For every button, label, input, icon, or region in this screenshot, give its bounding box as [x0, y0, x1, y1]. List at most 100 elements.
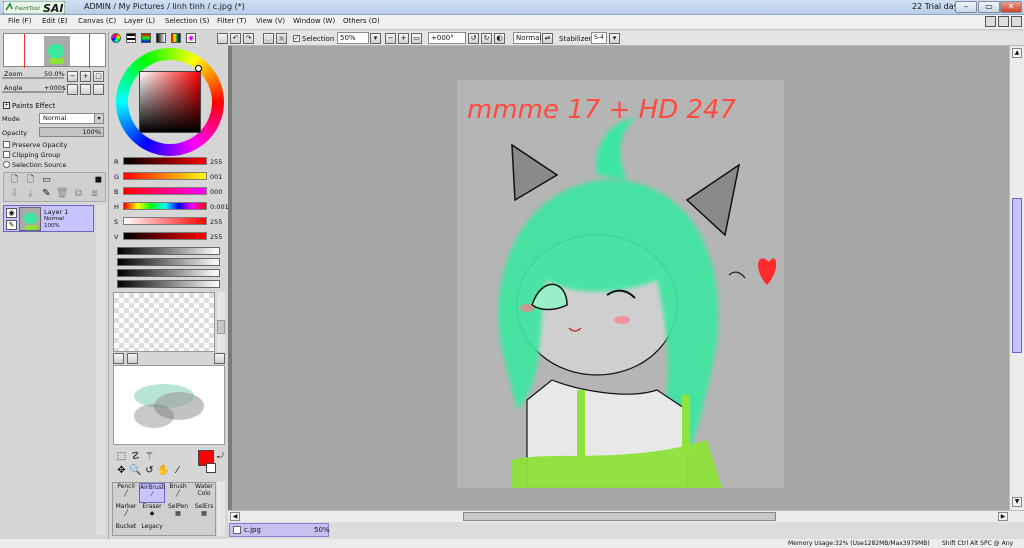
- stabilizer-dropdown[interactable]: ▾: [609, 33, 620, 44]
- stabilizer-field[interactable]: S-4: [591, 32, 607, 44]
- scratchpad-clear-button[interactable]: [113, 353, 124, 364]
- new-folder-icon[interactable]: ▭: [40, 174, 53, 187]
- delete-layer-icon[interactable]: 🗑: [56, 188, 69, 201]
- v-slider[interactable]: [123, 232, 207, 240]
- redo-icon[interactable]: ↷: [243, 33, 254, 44]
- menu-layer[interactable]: Layer (L): [124, 17, 155, 25]
- toolbar-zoom-out[interactable]: −: [385, 33, 396, 44]
- r-value[interactable]: 255: [210, 158, 222, 166]
- zoom-reset-button[interactable]: ▢: [93, 71, 104, 82]
- hand-icon[interactable]: ✋: [157, 465, 170, 478]
- swatch-grid[interactable]: [113, 292, 215, 352]
- move-icon[interactable]: ✥: [115, 465, 128, 478]
- r-slider[interactable]: [123, 157, 207, 165]
- merge-down-icon[interactable]: ⤓: [24, 188, 37, 201]
- magic-wand-icon[interactable]: ⚚: [143, 451, 156, 464]
- opacity-slider[interactable]: 100%: [39, 127, 104, 137]
- lasso-icon[interactable]: ☡: [129, 451, 142, 464]
- b-slider[interactable]: [123, 187, 207, 195]
- menu-view[interactable]: View (V): [256, 17, 285, 25]
- scratchpad-resize-button[interactable]: [214, 353, 225, 364]
- scratchpad-save-button[interactable]: [127, 353, 138, 364]
- clipping-group-checkbox[interactable]: [3, 151, 10, 158]
- pen-icon[interactable]: ✎: [6, 220, 17, 230]
- g-value[interactable]: 001: [210, 173, 222, 181]
- scroll-right-icon[interactable]: ▶: [998, 512, 1008, 521]
- brush-marker[interactable]: Marker ╱: [113, 503, 139, 523]
- saturation-value-square[interactable]: [139, 71, 201, 133]
- gradation-row-1[interactable]: [117, 247, 220, 255]
- hsv-slider-tab-icon[interactable]: [141, 33, 151, 43]
- menu-file[interactable]: File (F): [8, 17, 31, 25]
- toolbar-flip-button[interactable]: ⇌: [542, 33, 553, 44]
- layer-item[interactable]: ◉ ✎ Layer 1 Normal 100%: [3, 205, 94, 232]
- brush-pencil[interactable]: Pencil ╱: [113, 483, 139, 503]
- minimize-button[interactable]: –: [955, 1, 977, 13]
- mdi-minimize-button[interactable]: [985, 16, 996, 27]
- eyedropper-icon[interactable]: ⁄: [171, 465, 184, 478]
- layer-mask-icon[interactable]: ◼: [92, 174, 105, 187]
- vertical-scroll-thumb[interactable]: [1012, 198, 1022, 353]
- brush-legacy[interactable]: Legacy: [139, 523, 165, 535]
- new-layer-icon[interactable]: 🗋: [8, 174, 21, 187]
- gradation-row-3[interactable]: [117, 269, 220, 277]
- toolbar-zoom-dropdown[interactable]: ▾: [370, 33, 381, 44]
- scroll-up-icon[interactable]: ▲: [1012, 48, 1022, 58]
- flatten-icon[interactable]: ⧈: [88, 188, 101, 201]
- clear-layer-icon[interactable]: ✎: [40, 188, 53, 201]
- toolbar-zoom-reset[interactable]: ▭: [411, 33, 422, 44]
- scratchpad-tab-icon[interactable]: ◉: [186, 33, 196, 43]
- toolbar-rotate-reset[interactable]: ◐: [494, 33, 505, 44]
- undo-icon[interactable]: ↶: [230, 33, 241, 44]
- canvas-horizontal-scrollbar[interactable]: ◀ ▶: [228, 510, 1024, 522]
- zoom-out-button[interactable]: −: [67, 71, 78, 82]
- brush-eraser[interactable]: Eraser ◆: [139, 503, 165, 523]
- eye-icon[interactable]: ◉: [6, 208, 17, 218]
- maximize-button[interactable]: ▭: [978, 1, 1000, 13]
- h-value[interactable]: 0:001: [210, 203, 229, 211]
- mode-select[interactable]: Normal ▾: [39, 113, 104, 124]
- mdi-close-button[interactable]: [1011, 16, 1022, 27]
- document-tab[interactable]: c.jpg 50%: [229, 523, 330, 537]
- panel-collapse-button[interactable]: [217, 33, 228, 44]
- hue-ring[interactable]: [116, 48, 224, 156]
- menu-others[interactable]: Others (O): [343, 17, 380, 25]
- scratchpad[interactable]: [113, 365, 225, 445]
- color-wheel-tab-icon[interactable]: [111, 33, 121, 43]
- rgb-slider-tab-icon[interactable]: [126, 33, 136, 43]
- scroll-left-icon[interactable]: ◀: [230, 512, 240, 521]
- selection-source-checkbox[interactable]: [3, 161, 10, 168]
- select-rect-icon[interactable]: ⬚: [115, 451, 128, 464]
- selection-checkbox[interactable]: ✓: [293, 35, 300, 42]
- toolbar-zoom-in[interactable]: +: [398, 33, 409, 44]
- zoom-tool-icon[interactable]: 🔍: [129, 465, 142, 478]
- zoom-in-button[interactable]: +: [80, 71, 91, 82]
- scroll-down-icon[interactable]: ▼: [1012, 497, 1022, 507]
- deselect-icon[interactable]: ▢: [263, 33, 274, 44]
- toolbar-angle-field[interactable]: +000°: [428, 32, 466, 44]
- v-value[interactable]: 255: [210, 233, 222, 241]
- color-picker-handle[interactable]: [195, 65, 202, 72]
- horizontal-scroll-thumb[interactable]: [463, 512, 776, 521]
- toolbar-zoom-field[interactable]: 50%: [337, 32, 369, 44]
- rotate-right-button[interactable]: [80, 84, 91, 95]
- preserve-opacity-checkbox[interactable]: [3, 141, 10, 148]
- invert-selection-icon[interactable]: ▣: [276, 33, 287, 44]
- g-slider[interactable]: [123, 172, 207, 180]
- menu-canvas[interactable]: Canvas (C): [78, 17, 116, 25]
- rotate-tool-icon[interactable]: ↺: [143, 465, 156, 478]
- menu-filter[interactable]: Filter (T): [217, 17, 246, 25]
- swatch-scrollbar[interactable]: [217, 292, 225, 352]
- toolbar-rotate-right[interactable]: ↻: [481, 33, 492, 44]
- mdi-restore-button[interactable]: [998, 16, 1009, 27]
- secondary-color-swatch[interactable]: [206, 463, 216, 473]
- gradation-row-2[interactable]: [117, 258, 220, 266]
- rotate-reset-button[interactable]: [93, 84, 104, 95]
- swap-colors-icon[interactable]: ⤾: [217, 451, 224, 461]
- brush-bucket[interactable]: Bucket: [113, 523, 139, 535]
- toolbar-blend-field[interactable]: Normal: [513, 32, 541, 44]
- zoom-slider[interactable]: [2, 77, 64, 79]
- b-value[interactable]: 000: [210, 188, 222, 196]
- artwork-canvas[interactable]: mmme 17 + HD 247: [457, 80, 784, 488]
- transfer-down-icon[interactable]: ⇩: [8, 188, 21, 201]
